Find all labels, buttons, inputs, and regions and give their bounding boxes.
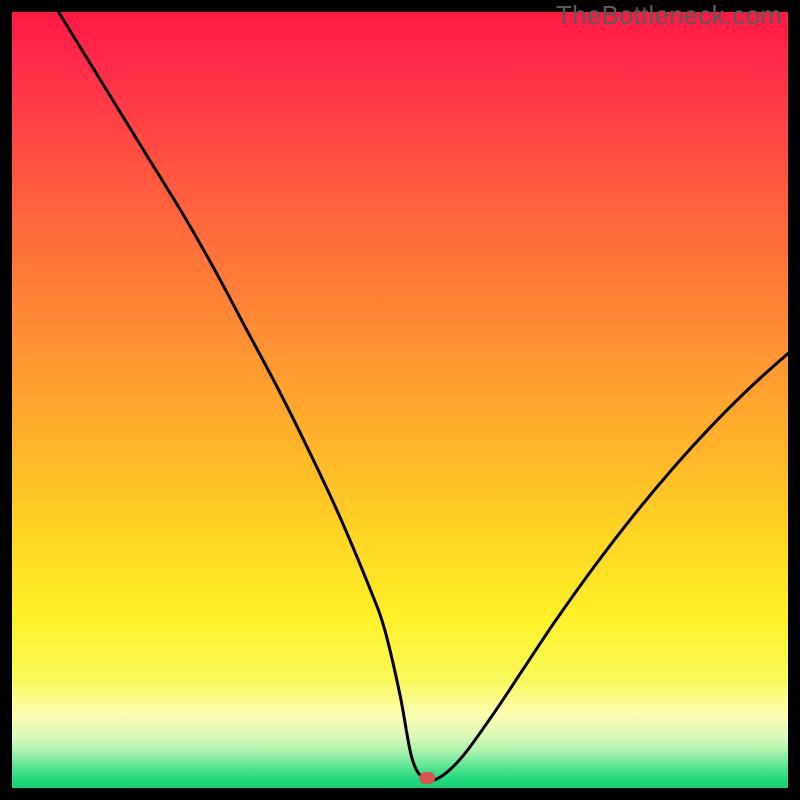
bottleneck-chart bbox=[12, 12, 788, 788]
optimum-marker bbox=[419, 772, 435, 784]
gradient-background bbox=[12, 12, 788, 788]
site-watermark: TheBottleneck.com bbox=[556, 0, 782, 31]
